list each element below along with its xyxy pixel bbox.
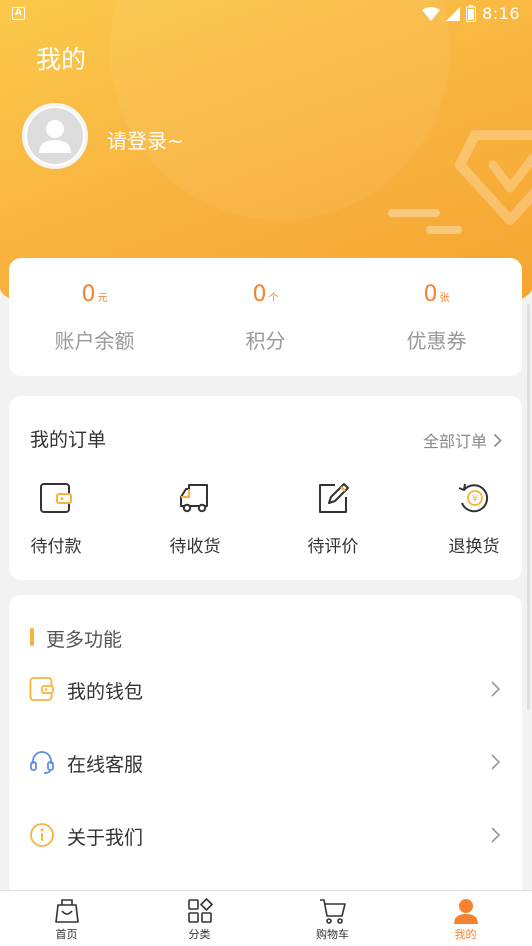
points-unit: 个 xyxy=(268,293,279,304)
coupons-label: 优惠券 xyxy=(406,329,467,353)
menu-item-wallet[interactable]: 我的钱包 xyxy=(9,660,522,720)
tab-cart[interactable]: 购物车 xyxy=(266,891,399,946)
chevron-right-icon xyxy=(491,681,501,697)
more-section-title: 更多功能 xyxy=(46,629,123,651)
more-functions-card: 更多功能 我的钱包 在线客服 关于我们 xyxy=(9,595,522,915)
vip-diamond-decoration-icon xyxy=(455,130,532,225)
truck-icon xyxy=(180,484,208,513)
menu-item-label: 关于我们 xyxy=(67,827,144,849)
balance-label: 账户余额 xyxy=(54,329,135,353)
header-decoration-line xyxy=(426,226,462,234)
clock-time: 8:16 xyxy=(482,4,520,23)
cellular-signal-icon xyxy=(446,6,461,21)
header-decoration-arc xyxy=(110,0,450,220)
order-item-label: 待付款 xyxy=(30,537,82,557)
header-decoration-line xyxy=(388,209,440,217)
orders-section-title: 我的订单 xyxy=(30,429,107,451)
coupons-value: 0 xyxy=(423,282,438,307)
all-orders-label: 全部订单 xyxy=(422,432,487,451)
balance-value: 0 xyxy=(81,282,96,307)
menu-item-customer-service[interactable]: 在线客服 xyxy=(9,733,522,793)
order-returns[interactable]: ¥ 退换货 xyxy=(429,480,519,557)
order-pending-payment[interactable]: 待付款 xyxy=(11,480,101,557)
scrollbar[interactable] xyxy=(527,304,530,710)
my-orders-card: 我的订单 全部订单 待付款 待收货 待评价 ¥ 退换货 xyxy=(9,396,522,580)
avatar[interactable] xyxy=(22,103,88,169)
tab-profile[interactable]: 我的 xyxy=(399,891,532,946)
login-prompt-link[interactable]: 请登录~ xyxy=(107,125,184,154)
order-item-label: 退换货 xyxy=(448,537,500,557)
order-item-label: 待收货 xyxy=(169,537,221,557)
order-pending-review[interactable]: 待评价 xyxy=(288,480,378,557)
wallet-icon xyxy=(40,483,72,513)
page-title: 我的 xyxy=(36,45,87,74)
headset-icon xyxy=(30,751,54,774)
points-label: 积分 xyxy=(245,329,286,353)
chevron-right-icon xyxy=(491,827,501,843)
chevron-right-icon xyxy=(493,433,502,447)
refund-icon: ¥ xyxy=(458,483,489,513)
battery-icon xyxy=(466,5,477,22)
menu-item-label: 我的钱包 xyxy=(67,681,144,703)
svg-text:¥: ¥ xyxy=(472,495,478,505)
account-summary-card: 0元 账户余额 0个 积分 0张 优惠券 xyxy=(9,258,522,376)
edit-icon xyxy=(319,483,349,513)
tab-label: 分类 xyxy=(188,928,211,941)
points-value: 0 xyxy=(252,282,267,307)
order-item-label: 待评价 xyxy=(307,537,359,557)
order-pending-receipt[interactable]: 待收货 xyxy=(150,480,240,557)
tab-category[interactable]: 分类 xyxy=(133,891,266,946)
tab-home[interactable]: 首页 xyxy=(0,891,133,946)
bottom-tab-bar: 首页 分类 购物车 我的 xyxy=(0,890,532,946)
category-grid-icon xyxy=(187,897,213,923)
all-orders-link[interactable]: 全部订单 xyxy=(423,428,502,452)
tab-label: 我的 xyxy=(454,928,477,941)
user-icon xyxy=(453,899,478,924)
chevron-right-icon xyxy=(491,754,501,770)
wifi-icon xyxy=(422,6,441,21)
balance-unit: 元 xyxy=(97,293,108,304)
tab-label: 首页 xyxy=(55,928,78,941)
menu-item-label: 在线客服 xyxy=(67,754,144,776)
section-accent-bar xyxy=(30,628,34,646)
tab-label: 购物车 xyxy=(316,928,349,941)
cart-icon xyxy=(319,899,346,924)
app-notification-icon: A xyxy=(12,7,25,20)
status-bar: A 8:16 xyxy=(0,0,532,28)
menu-item-about-us[interactable]: 关于我们 xyxy=(9,806,522,866)
default-user-icon xyxy=(27,108,83,164)
wallet-icon xyxy=(29,677,54,701)
info-icon xyxy=(30,823,54,847)
coupons-unit: 张 xyxy=(439,293,450,304)
shopping-bag-icon xyxy=(54,899,79,923)
